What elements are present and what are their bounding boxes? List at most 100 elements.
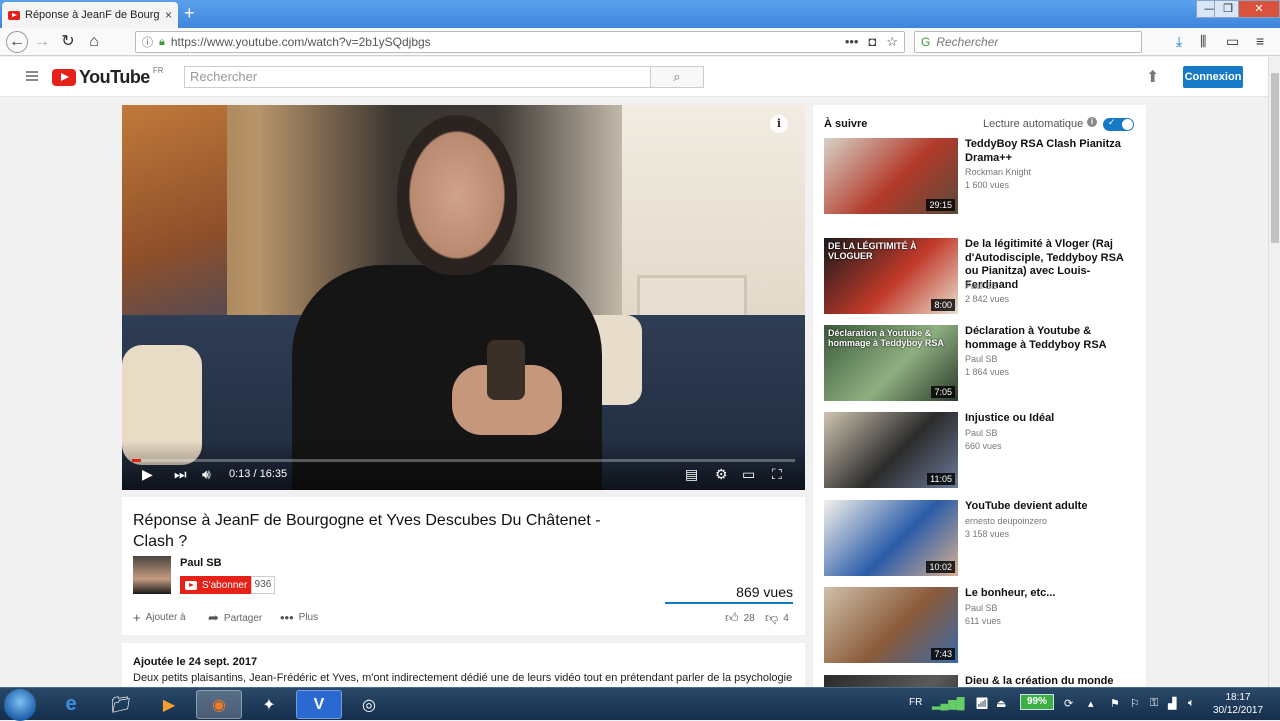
search-icon: ⌕ (673, 69, 681, 84)
autoplay-info-icon[interactable]: i (1087, 117, 1097, 127)
media-player-icon[interactable]: ▶ (146, 690, 192, 719)
up-next-video-card[interactable]: DE LA LÉGITIMITÉ À VLOGUER 8:00 De la légi… (824, 238, 1139, 314)
language-indicator[interactable]: FR (909, 697, 922, 708)
like-button[interactable]: 👍︎ 28 (725, 610, 755, 626)
download-icon[interactable]: ⤓ (1176, 33, 1182, 50)
next-video-icon[interactable]: ⏭ (174, 466, 187, 482)
scrollbar-thumb[interactable] (1271, 73, 1279, 243)
subtitles-icon[interactable]: ▤ (685, 466, 698, 482)
firefox-icon[interactable]: ◉ (196, 690, 242, 719)
obs-icon[interactable]: ◎ (346, 690, 392, 719)
signal-bars-icon[interactable]: ▟ (1168, 697, 1176, 710)
info-icon[interactable]: ⓘ (142, 34, 153, 50)
url-bar[interactable]: ⓘ 🔒︎ https://www.youtube.com/watch?v=2b1… (135, 31, 905, 53)
theater-mode-icon[interactable]: ▭ (742, 466, 755, 482)
video-thumbnail[interactable]: 7:43 (824, 587, 958, 663)
security-icon[interactable]: ⚿ (1150, 697, 1158, 710)
network-signal-icon[interactable]: ▂▄▆█ (932, 697, 965, 710)
bookmark-star-icon[interactable]: ☆ (886, 34, 898, 50)
settings-gear-icon[interactable]: ⚙ (715, 466, 728, 482)
video-thumbnail[interactable]: DE LA LÉGITIMITÉ À VLOGUER 8:00 (824, 238, 958, 314)
back-arrow-icon[interactable]: ← (6, 31, 28, 53)
dislike-button[interactable]: 👎︎ 4 (765, 610, 789, 626)
video-thumbnail[interactable]: 11:05 (824, 412, 958, 488)
system-clock[interactable]: 18:17 30/12/2017 (1212, 691, 1264, 717)
progress-bar[interactable] (132, 459, 795, 462)
battery-indicator[interactable]: 99% (1020, 694, 1054, 710)
wireless-icon[interactable]: 📶︎ (975, 697, 989, 710)
video-title-link[interactable]: Injustice ou Idéal (965, 412, 1137, 426)
menu-icon[interactable]: ≡ (1256, 33, 1264, 49)
pocket-icon[interactable]: ◘ (868, 34, 876, 50)
page-actions-icon[interactable]: ••• (845, 34, 859, 50)
home-icon[interactable]: ⌂ (84, 32, 104, 52)
play-button-icon[interactable]: ▶ (142, 466, 153, 482)
autoplay-toggle[interactable]: ✓ (1103, 117, 1134, 131)
video-player[interactable]: i ▶ ⏭ 🔊︎ 0:13 / 16:35 ▤ ⚙ ▭ ⛶ (122, 105, 805, 490)
video-thumbnail[interactable]: 29:15 (824, 138, 958, 214)
video-author[interactable]: Paul SB (965, 428, 998, 438)
up-next-video-card[interactable]: 10:02 YouTube devient adulte ernesto deupo… (824, 500, 1139, 576)
video-info-button[interactable]: i (770, 115, 788, 133)
library-icon[interactable]: ⫼ (1200, 33, 1206, 50)
channel-avatar[interactable] (133, 556, 171, 594)
upload-icon[interactable]: ⬆ (1146, 67, 1159, 87)
youtube-logo[interactable]: YouTube FR (52, 66, 164, 88)
up-next-video-card[interactable]: Déclaration à Youtube & hommage à Teddyb… (824, 325, 1139, 401)
volume-icon[interactable]: 🔊︎ (202, 466, 211, 482)
new-tab-button[interactable]: + (184, 4, 195, 22)
video-author[interactable]: ernesto deupoinzero (965, 516, 1047, 526)
video-title-link[interactable]: Dieu & la création du monde (965, 675, 1137, 687)
up-next-video-card[interactable]: 11:05 Injustice ou Idéal Paul SB 660 vues (824, 412, 1139, 488)
video-thumbnail[interactable]: Déclaration à Youtube & hommage à Teddyb… (824, 325, 958, 401)
tray-expand-icon[interactable]: ▴ (1088, 697, 1094, 710)
video-view-count: 2 842 vues (965, 293, 1010, 304)
forward-arrow-icon[interactable]: → (32, 32, 52, 52)
url-text[interactable]: https://www.youtube.com/watch?v=2b1ySQdj… (171, 35, 431, 49)
up-next-video-card[interactable]: 7:43 Le bonheur, etc... Paul SB 611 vues (824, 587, 1139, 663)
video-title-link[interactable]: Déclaration à Youtube & hommage à Teddyb… (965, 325, 1137, 352)
video-author[interactable]: Paul SB (965, 603, 998, 613)
more-button[interactable]: ••• Plus (280, 610, 318, 625)
video-title-link[interactable]: Le bonheur, etc... (965, 587, 1137, 601)
reload-icon[interactable]: ↻ (58, 32, 78, 52)
flag-icon[interactable]: ⚑ (1110, 697, 1120, 710)
signin-button[interactable]: Connexion (1183, 66, 1243, 88)
like-count: 28 (743, 612, 755, 624)
file-explorer-icon[interactable]: 📁︎ (98, 690, 144, 719)
action-flag-icon[interactable]: ⚐ (1130, 697, 1140, 710)
tab-close-button[interactable]: × (165, 8, 172, 22)
volume-tray-icon[interactable]: 🔈︎ (1188, 697, 1195, 710)
video-thumbnail[interactable] (824, 675, 958, 687)
hamburger-menu-icon[interactable] (26, 71, 38, 81)
up-next-video-card[interactable]: Dieu & la création du monde (824, 675, 1139, 687)
app-icon[interactable]: ✦ (246, 690, 292, 719)
sidebar-icon[interactable]: ▭ (1226, 33, 1239, 50)
video-author[interactable]: Rockman Knight (965, 167, 1031, 177)
close-window-button[interactable]: ✕ (1238, 0, 1280, 18)
up-next-video-card[interactable]: 29:15 TeddyBoy RSA Clash Pianitza Drama++… (824, 138, 1139, 214)
share-button[interactable]: ➦ Partager (208, 610, 262, 626)
video-title-link[interactable]: YouTube devient adulte (965, 500, 1137, 514)
sync-icon[interactable]: ⟳ (1064, 697, 1073, 710)
video-author[interactable]: Paul SB (965, 281, 998, 291)
subscribe-button[interactable]: S'abonner (180, 576, 251, 594)
video-duration: 29:15 (926, 199, 955, 211)
usb-icon[interactable]: ⏏ (996, 697, 1006, 710)
browser-search-box[interactable]: G Rechercher (914, 31, 1142, 53)
video-author[interactable]: Paul SB (965, 354, 998, 364)
start-button-icon[interactable] (4, 689, 36, 721)
fullscreen-icon[interactable]: ⛶ (772, 466, 782, 482)
video-title-link[interactable]: TeddyBoy RSA Clash Pianitza Drama++ (965, 138, 1137, 165)
page-scrollbar[interactable] (1268, 57, 1280, 687)
like-ratio-bar (665, 602, 793, 604)
internet-explorer-icon[interactable]: e (48, 690, 94, 719)
search-button[interactable]: ⌕ (650, 66, 704, 88)
channel-name[interactable]: Paul SB (180, 557, 222, 569)
add-to-button[interactable]: + Ajouter à (133, 610, 186, 625)
vegas-icon[interactable]: V (296, 690, 342, 719)
video-thumbnail[interactable]: 10:02 (824, 500, 958, 576)
video-duration: 7:43 (931, 648, 955, 660)
youtube-search-input[interactable]: Rechercher (184, 66, 651, 88)
browser-tab[interactable]: Réponse à JeanF de Bourgogne × (2, 2, 178, 28)
